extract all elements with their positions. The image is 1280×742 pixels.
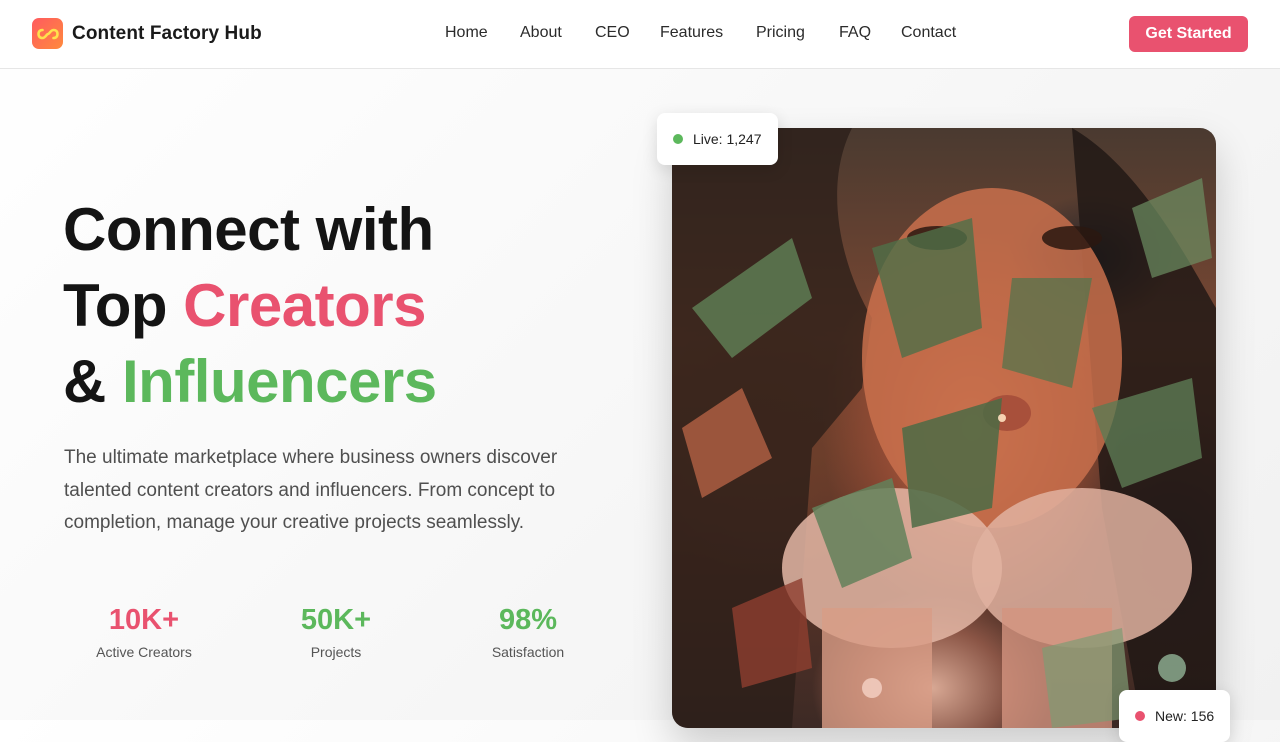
- headline-top-word: Top: [63, 272, 184, 339]
- stat-label: Projects: [310, 644, 362, 660]
- new-count-badge: New: 156: [1119, 690, 1231, 742]
- nav-link-ceo[interactable]: CEO: [595, 24, 630, 42]
- hero-description: The ultimate marketplace where business …: [64, 447, 558, 533]
- stats-row: 10K+ Active Creators 50K+ Projects 98% S…: [64, 600, 624, 670]
- hero-image-illustration: [672, 128, 1216, 728]
- stat-value: 10K+: [108, 604, 180, 636]
- headline-line-2: Top Creators: [63, 268, 583, 344]
- hero-image: [672, 128, 1216, 728]
- stat-active-creators: 10K+ Active Creators: [64, 600, 224, 660]
- nav-link-about[interactable]: About: [520, 24, 562, 42]
- hero-headline: Connect with Top Creators & Influencers: [63, 192, 583, 420]
- stat-value: 98%: [498, 604, 558, 636]
- headline-ampersand: &: [63, 348, 122, 415]
- live-count-badge: Live: 1,247: [657, 113, 778, 165]
- brand[interactable]: Content Factory Hub: [32, 18, 262, 49]
- nav-link-contact[interactable]: Contact: [901, 24, 956, 42]
- nav-link-faq[interactable]: FAQ: [839, 24, 871, 42]
- get-started-button[interactable]: Get Started: [1129, 16, 1248, 52]
- nav-link-pricing[interactable]: Pricing: [756, 24, 805, 42]
- new-count-text: New: 156: [1155, 708, 1215, 724]
- headline-line-1: Connect with: [63, 196, 434, 263]
- infinity-icon: [32, 18, 63, 49]
- top-navbar: Content Factory Hub Home About CEO Featu…: [0, 0, 1280, 69]
- brand-name: Content Factory Hub: [72, 22, 262, 44]
- live-count-text: Live: 1,247: [693, 131, 762, 147]
- stat-value: 50K+: [300, 604, 372, 636]
- nav-link-features[interactable]: Features: [660, 24, 723, 42]
- stat-satisfaction: 98% Satisfaction: [448, 600, 608, 660]
- headline-creators-word: Creators: [183, 272, 426, 339]
- nav-link-home[interactable]: Home: [445, 24, 488, 42]
- stat-label: Active Creators: [96, 644, 192, 660]
- headline-line-3: & Influencers: [63, 344, 583, 420]
- stat-projects: 50K+ Projects: [256, 600, 416, 660]
- stat-label: Satisfaction: [491, 644, 565, 660]
- status-dot-icon: [673, 134, 683, 144]
- headline-influencers-word: Influencers: [122, 348, 437, 415]
